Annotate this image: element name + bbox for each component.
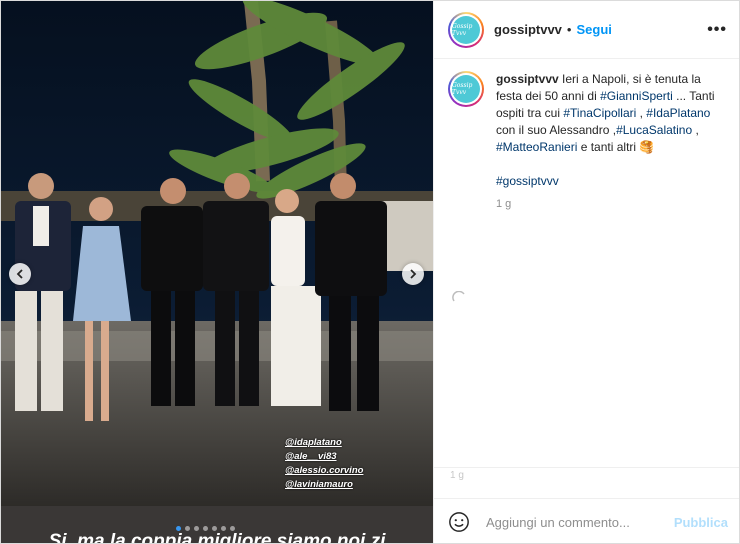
avatar[interactable]: Gossip Tvvv (448, 11, 484, 48)
post-actions-bar: 1 g (434, 467, 739, 497)
caption-username[interactable]: gossiptvvv (496, 72, 559, 86)
photo-user-tags: @idaplatano @ale__vi83 @alessio.corvino … (285, 437, 375, 490)
follow-button[interactable]: Segui (576, 22, 611, 37)
caption-row: Gossip Tvvv gossiptvvv Ieri a Napoli, si… (448, 71, 727, 190)
user-tag[interactable]: @idaplatano (285, 437, 375, 448)
carousel-dot (185, 526, 190, 531)
avatar-logo: Gossip Tvvv (452, 75, 480, 103)
caption-time: 1 g (496, 198, 512, 210)
overlay-caption-text: Si, ma la coppia migliore siamo noi zi (48, 531, 386, 544)
comments-section: Gossip Tvvv gossiptvvv Ieri a Napoli, si… (434, 59, 739, 497)
chevron-right-icon (410, 269, 417, 279)
carousel-dots (176, 526, 235, 531)
publish-button[interactable]: Pubblica (674, 515, 728, 530)
previous-image-button[interactable] (9, 263, 31, 285)
caption-avatar[interactable]: Gossip Tvvv (448, 71, 484, 107)
caption-segment: e tanti altri (577, 140, 640, 154)
comment-input[interactable] (486, 514, 666, 530)
hashtag-link[interactable]: #TinaCipollari (563, 106, 636, 120)
emoji-icon[interactable] (448, 511, 470, 533)
story-caption-band: Si, ma la coppia migliore siamo noi zi (1, 506, 433, 544)
next-image-button[interactable] (402, 263, 424, 285)
more-options-icon[interactable]: ••• (707, 21, 727, 39)
post-photo (1, 1, 433, 506)
user-tag[interactable]: @laviniamauro (285, 479, 375, 490)
post-timestamp: 1 g (450, 470, 464, 481)
hashtag-link[interactable]: #MatteoRanieri (496, 140, 577, 154)
hashtag-link[interactable]: #gossiptvvv (496, 174, 559, 188)
avatar-ring: Gossip Tvvv (450, 73, 482, 105)
avatar-logo: Gossip Tvvv (452, 15, 480, 44)
caption-segment: , (636, 106, 647, 120)
avatar-ring: Gossip Tvvv (450, 13, 482, 46)
caption-segment: , (692, 123, 699, 137)
caption-segment: con il suo Alessandro , (496, 123, 617, 137)
carousel-dot (176, 526, 181, 531)
user-tag[interactable]: @ale__vi83 (285, 451, 375, 462)
hashtag-link[interactable]: #IdaPlatano (646, 106, 710, 120)
caption-text: gossiptvvv Ieri a Napoli, si è tenuta la… (496, 71, 718, 190)
carousel-dot (194, 526, 199, 531)
carousel-dot (212, 526, 217, 531)
carousel-dot (203, 526, 208, 531)
hashtag-link[interactable]: #LucaSalatino (616, 123, 692, 137)
post-media[interactable]: @idaplatano @ale__vi83 @alessio.corvino … (1, 1, 433, 544)
header-separator: • (566, 22, 572, 37)
user-tag[interactable]: @alessio.corvino (285, 465, 375, 476)
header-username[interactable]: gossiptvvv (494, 22, 562, 37)
chevron-left-icon (16, 269, 23, 279)
instagram-post: @idaplatano @ale__vi83 @alessio.corvino … (0, 0, 740, 544)
post-header: Gossip Tvvv gossiptvvv • Segui ••• (434, 1, 739, 59)
hashtag-link[interactable]: #GianniSperti (600, 89, 673, 103)
pancake-emoji: 🥞 (639, 140, 655, 154)
loading-spinner-icon (452, 291, 465, 302)
carousel-dot (221, 526, 226, 531)
add-comment-bar: Pubblica (434, 498, 739, 543)
carousel-dot (230, 526, 235, 531)
post-side-panel: Gossip Tvvv gossiptvvv • Segui ••• Gossi… (433, 1, 739, 543)
